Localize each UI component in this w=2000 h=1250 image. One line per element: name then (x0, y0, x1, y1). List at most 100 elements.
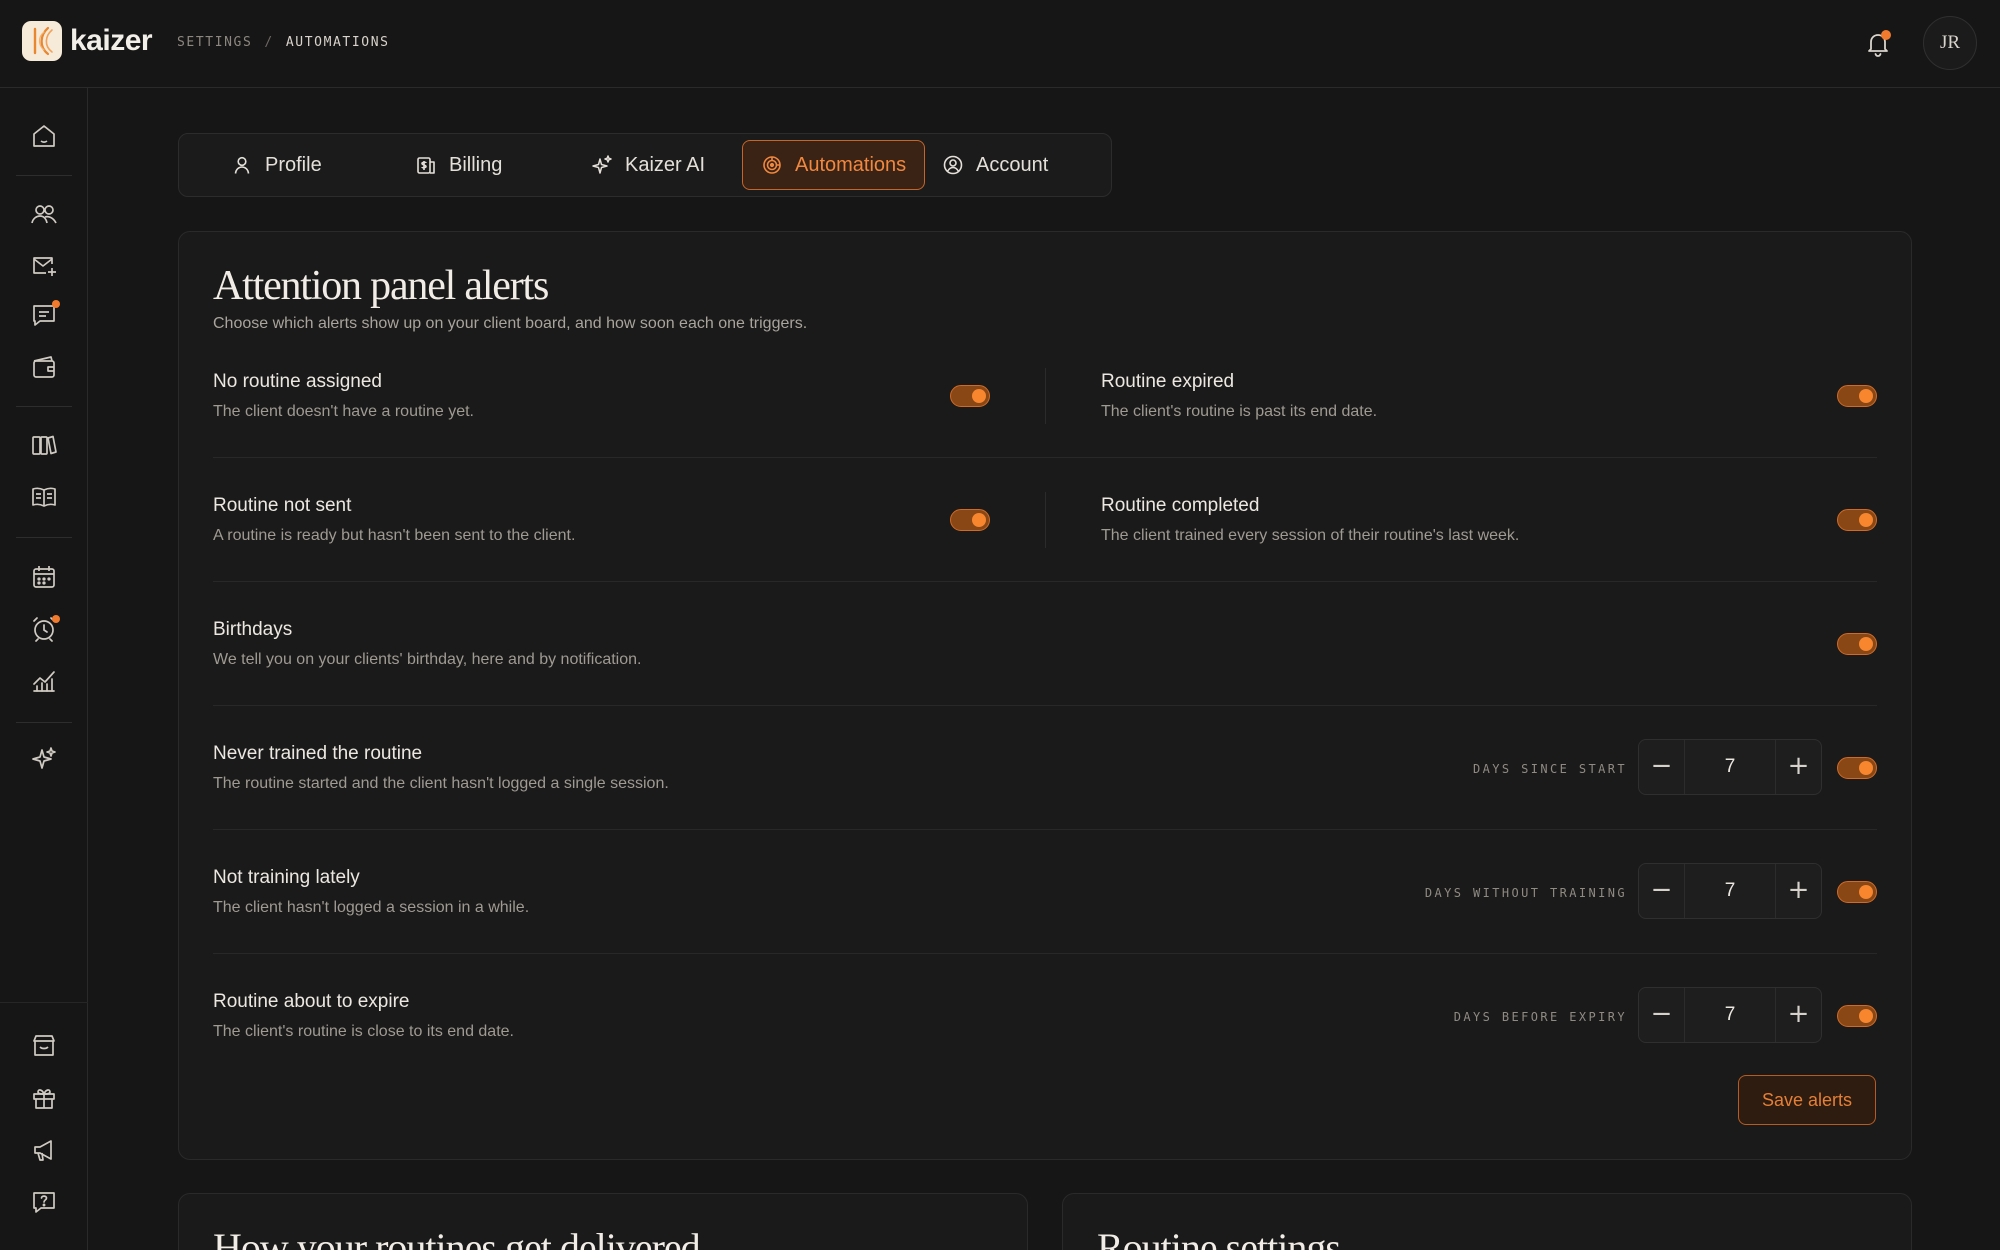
attention-panel-alerts-card: Attention panel alerts Choose which aler… (178, 231, 1912, 1160)
column-divider (1045, 368, 1046, 424)
analytics-icon[interactable] (29, 666, 59, 696)
increment-button[interactable]: + (1775, 740, 1821, 794)
tab-kaizer-ai[interactable]: Kaizer AI (573, 141, 723, 189)
exercise-library-icon[interactable] (29, 430, 59, 460)
messages-badge (52, 300, 60, 308)
card-title: Attention panel alerts (213, 263, 549, 309)
days-without-training-stepper: − 7 + (1638, 863, 1822, 919)
user-avatar[interactable]: JR (1923, 16, 1977, 70)
routine-book-icon[interactable] (29, 482, 59, 512)
sidebar-divider (16, 406, 72, 407)
alert-desc-routine-not-sent: A routine is ready but hasn't been sent … (213, 527, 576, 544)
days-before-expiry-stepper: − 7 + (1638, 987, 1822, 1043)
billing-icon (417, 157, 435, 174)
clients-icon[interactable] (29, 199, 59, 229)
alert-title-routine-about-to-expire: Routine about to expire (213, 991, 410, 1012)
row-divider (213, 829, 1877, 830)
alarm-badge (52, 615, 60, 623)
decrement-button[interactable]: − (1639, 988, 1685, 1042)
alert-title-not-training-lately: Not training lately (213, 867, 360, 888)
notification-badge (1881, 30, 1891, 40)
delivery-card-title: How your routines get delivered (213, 1225, 701, 1250)
toggle-routine-expired[interactable] (1837, 385, 1877, 407)
tab-automations[interactable]: Automations (742, 140, 926, 190)
card-subtitle: Choose which alerts show up on your clie… (213, 315, 808, 332)
megaphone-icon[interactable] (29, 1135, 59, 1165)
breadcrumb: SETTINGS / AUTOMATIONS (177, 35, 390, 50)
toggle-birthdays[interactable] (1837, 633, 1877, 655)
invite-mail-icon[interactable] (29, 250, 59, 280)
account-icon (943, 155, 963, 175)
tab-automations-label: Automations (795, 153, 907, 176)
tab-profile[interactable]: Profile (213, 141, 340, 189)
breadcrumb-settings[interactable]: SETTINGS (177, 35, 252, 50)
ai-sparkle-icon[interactable] (29, 744, 59, 774)
days-since-start-value[interactable]: 7 (1685, 740, 1775, 794)
store-icon[interactable] (29, 1030, 59, 1060)
toggle-not-training-lately[interactable] (1837, 881, 1877, 903)
wallet-icon[interactable] (29, 352, 59, 382)
save-alerts-button[interactable]: Save alerts (1738, 1075, 1876, 1125)
alert-desc-birthdays: We tell you on your clients' birthday, h… (213, 651, 642, 668)
toggle-never-trained[interactable] (1837, 757, 1877, 779)
help-icon[interactable] (29, 1187, 59, 1217)
top-bar: kaizer SETTINGS / AUTOMATIONS JR (0, 0, 2000, 88)
calendar-icon[interactable] (29, 562, 59, 592)
alert-desc-no-routine: The client doesn't have a routine yet. (213, 403, 474, 420)
alert-title-routine-not-sent: Routine not sent (213, 495, 352, 516)
increment-button[interactable]: + (1775, 864, 1821, 918)
alert-desc-routine-completed: The client trained every session of thei… (1101, 527, 1520, 544)
sidebar-divider (0, 1002, 88, 1003)
home-icon[interactable] (29, 121, 59, 151)
routine-settings-card-title: Routine settings (1097, 1225, 1341, 1250)
threshold-label-days-since-start: DAYS SINCE START (1473, 762, 1627, 776)
sidebar (0, 88, 88, 1250)
sidebar-divider (16, 175, 72, 176)
threshold-label-days-without-training: DAYS WITHOUT TRAINING (1424, 886, 1627, 900)
brand-name: kaizer (70, 24, 153, 57)
tab-account-label: Account (976, 153, 1049, 176)
alert-desc-routine-expired: The client's routine is past its end dat… (1101, 403, 1378, 420)
threshold-label-days-before-expiry: DAYS BEFORE EXPIRY (1453, 1010, 1627, 1024)
sidebar-divider (16, 537, 72, 538)
toggle-routine-about-to-expire[interactable] (1837, 1005, 1877, 1027)
decrement-button[interactable]: − (1639, 740, 1685, 794)
toggle-routine-completed[interactable] (1837, 509, 1877, 531)
routine-settings-card: Routine settings (1062, 1193, 1912, 1250)
row-divider (213, 953, 1877, 954)
kaizer-logo[interactable] (22, 21, 62, 61)
tab-account[interactable]: Account (924, 141, 1066, 189)
breadcrumb-separator: / (264, 35, 274, 50)
alert-title-no-routine: No routine assigned (213, 371, 382, 392)
days-before-expiry-value[interactable]: 7 (1685, 988, 1775, 1042)
sparkle-icon (592, 155, 612, 174)
sidebar-divider (16, 722, 72, 723)
alert-title-routine-completed: Routine completed (1101, 495, 1260, 516)
tab-billing-label: Billing (449, 153, 503, 176)
alert-desc-not-training-lately: The client hasn't logged a session in a … (213, 899, 530, 916)
alert-title-never-trained: Never trained the routine (213, 743, 423, 764)
column-divider (1045, 492, 1046, 548)
days-since-start-stepper: − 7 + (1638, 739, 1822, 795)
alert-desc-routine-about-to-expire: The client's routine is close to its end… (213, 1023, 514, 1040)
tab-kaizer-ai-label: Kaizer AI (625, 153, 706, 176)
row-divider (213, 457, 1877, 458)
delivery-card: How your routines get delivered (178, 1193, 1028, 1250)
decrement-button[interactable]: − (1639, 864, 1685, 918)
alert-title-routine-expired: Routine expired (1101, 371, 1235, 392)
increment-button[interactable]: + (1775, 988, 1821, 1042)
tab-profile-label: Profile (265, 153, 322, 176)
settings-tabs: Profile Billing Kaizer AI Automations Ac… (178, 133, 1112, 197)
gift-icon[interactable] (29, 1083, 59, 1113)
row-divider (213, 581, 1877, 582)
automations-icon (763, 156, 781, 174)
row-divider (213, 705, 1877, 706)
toggle-routine-not-sent[interactable] (950, 509, 990, 531)
toggle-no-routine-assigned[interactable] (950, 385, 990, 407)
breadcrumb-automations: AUTOMATIONS (285, 35, 390, 50)
user-icon (234, 156, 250, 174)
days-without-training-value[interactable]: 7 (1685, 864, 1775, 918)
alert-title-birthdays: Birthdays (213, 619, 293, 640)
tab-billing[interactable]: Billing (397, 141, 520, 189)
alert-desc-never-trained: The routine started and the client hasn'… (213, 775, 669, 792)
